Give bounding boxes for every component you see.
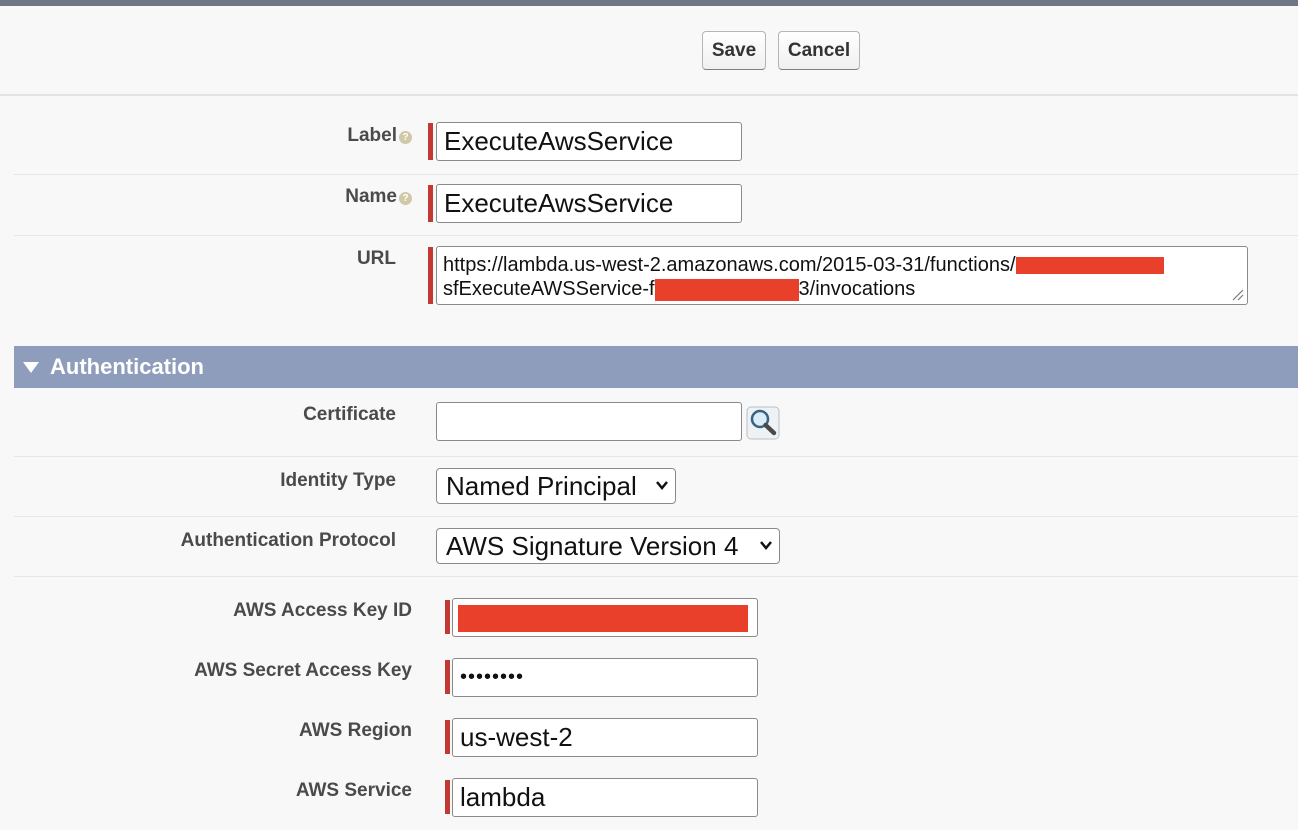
- identity-type-select[interactable]: Named Principal: [436, 468, 676, 504]
- required-indicator: [445, 780, 450, 814]
- url-line-2-suffix: 3/invocations: [798, 278, 916, 300]
- required-indicator: [428, 247, 433, 304]
- service-input[interactable]: [452, 778, 758, 817]
- label-row: Label?: [14, 112, 1298, 175]
- form-area: Label? Name? URL https://lambda.us-west-…: [0, 96, 1298, 830]
- required-indicator: [445, 600, 450, 634]
- cancel-button[interactable]: Cancel: [778, 31, 860, 70]
- button-bar: Save Cancel: [0, 6, 1298, 96]
- question-icon[interactable]: ?: [399, 192, 412, 205]
- certificate-row: Certificate: [14, 388, 1298, 457]
- required-indicator: [445, 660, 450, 694]
- secret-key-masked: ••••••••: [460, 666, 525, 688]
- url-row: URL https://lambda.us-west-2.amazonaws.c…: [14, 235, 1298, 315]
- redacted-block: [1015, 257, 1164, 275]
- identity-type-row: Identity Type Named Principal: [14, 456, 1298, 517]
- save-button[interactable]: Save: [702, 31, 766, 70]
- label-field-label: Label?: [347, 125, 412, 147]
- access-key-id-input[interactable]: [452, 598, 758, 637]
- secret-key-label: AWS Secret Access Key: [194, 660, 412, 681]
- url-textarea[interactable]: https://lambda.us-west-2.amazonaws.com/2…: [436, 246, 1248, 305]
- auth-protocol-select[interactable]: AWS Signature Version 4: [436, 528, 780, 564]
- label-input[interactable]: [436, 122, 742, 161]
- service-label: AWS Service: [295, 780, 412, 801]
- redacted-block: [654, 278, 799, 301]
- magnifier-lookup-icon[interactable]: [746, 406, 780, 440]
- access-key-id-row: AWS Access Key ID: [14, 576, 1298, 637]
- name-field-label-text: Name: [345, 186, 397, 207]
- named-credential-edit-page: Save Cancel Label? Name? URL https://lam…: [0, 0, 1298, 830]
- region-row: AWS Region: [14, 696, 1298, 757]
- resize-grip-icon[interactable]: [1232, 289, 1244, 301]
- required-indicator: [428, 123, 433, 160]
- secret-key-input[interactable]: ••••••••: [452, 658, 758, 697]
- url-line-1-text: https://lambda.us-west-2.amazonaws.com/2…: [443, 254, 1016, 276]
- collapse-triangle-icon[interactable]: [23, 362, 39, 373]
- access-key-id-label: AWS Access Key ID: [233, 600, 412, 621]
- name-field-label: Name?: [345, 186, 412, 208]
- required-indicator: [428, 185, 433, 222]
- identity-type-label: Identity Type: [280, 470, 396, 491]
- url-line-2-prefix: sfExecuteAWSService-f: [443, 278, 655, 300]
- certificate-label: Certificate: [303, 404, 396, 425]
- name-row: Name?: [14, 174, 1298, 236]
- label-field-label-text: Label: [347, 125, 397, 146]
- question-icon[interactable]: ?: [399, 131, 412, 144]
- certificate-input[interactable]: [436, 402, 742, 441]
- region-input[interactable]: [452, 718, 758, 757]
- auth-protocol-row: Authentication Protocol AWS Signature Ve…: [14, 516, 1298, 577]
- region-label: AWS Region: [299, 720, 412, 741]
- chevron-down-icon: [656, 481, 668, 490]
- auth-protocol-label: Authentication Protocol: [180, 530, 396, 551]
- identity-type-selected: Named Principal: [446, 471, 637, 501]
- url-field-label: URL: [356, 248, 396, 269]
- authentication-section-header[interactable]: Authentication: [14, 346, 1298, 388]
- url-line-1: https://lambda.us-west-2.amazonaws.com/2…: [443, 253, 1241, 277]
- url-line-2: sfExecuteAWSService-f 3/invocations: [443, 277, 1241, 301]
- section-title: Authentication: [50, 354, 204, 379]
- chevron-down-icon: [760, 541, 772, 550]
- auth-protocol-selected: AWS Signature Version 4: [446, 531, 739, 561]
- required-indicator: [445, 720, 450, 754]
- service-row: AWS Service: [14, 756, 1298, 830]
- secret-key-row: AWS Secret Access Key ••••••••: [14, 636, 1298, 697]
- redacted-block: [458, 605, 748, 632]
- name-input[interactable]: [436, 184, 742, 223]
